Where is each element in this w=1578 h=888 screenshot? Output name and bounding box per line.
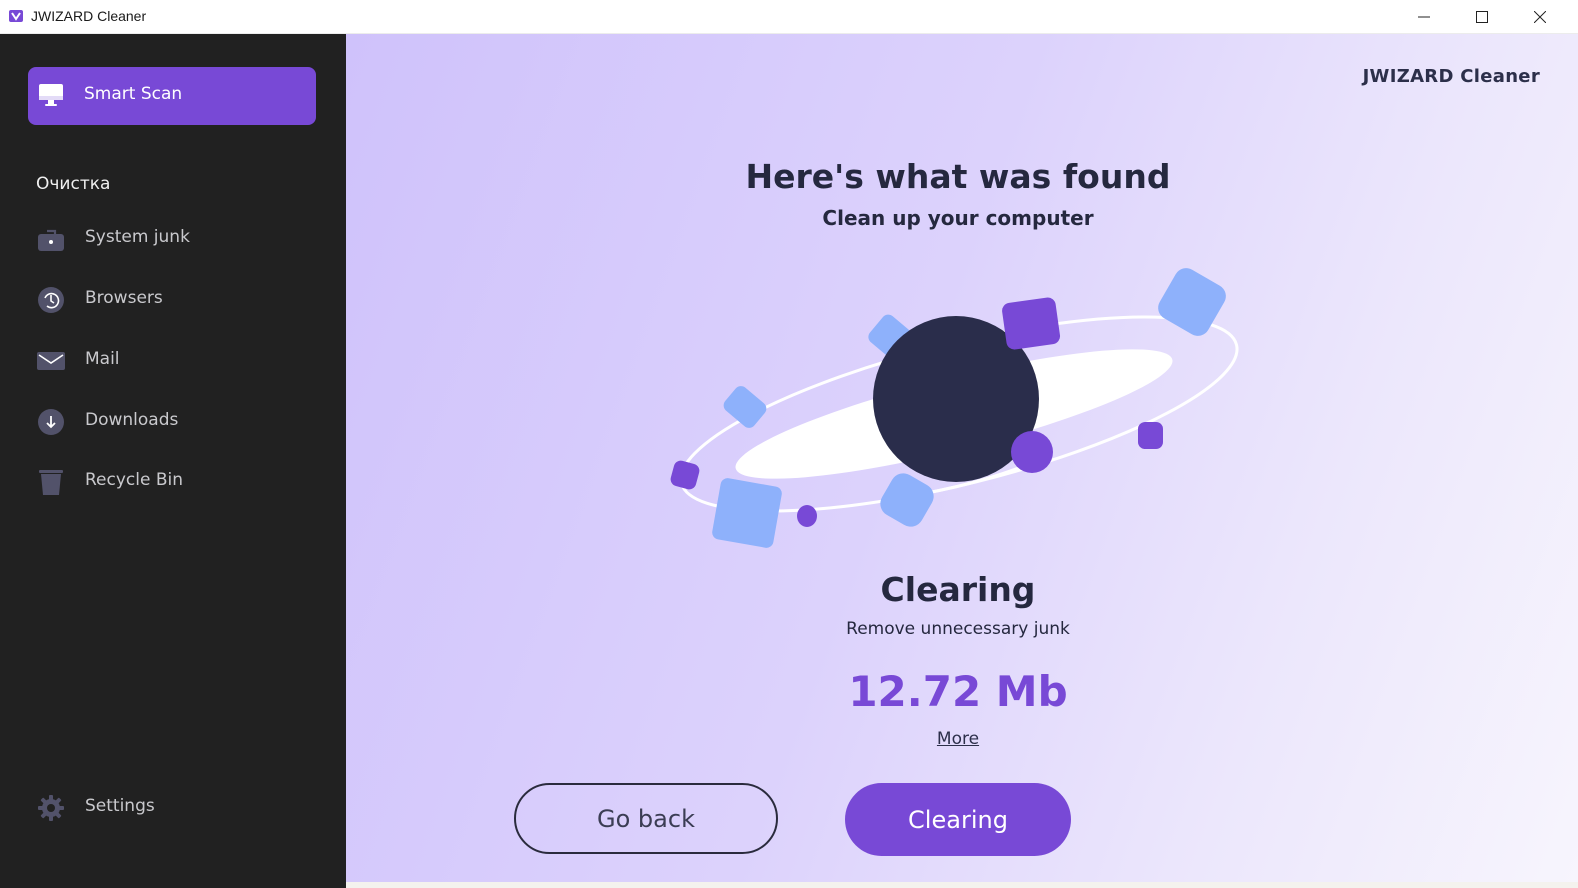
planet-illustration	[670, 268, 1239, 548]
app-logo-icon	[9, 10, 23, 22]
sidebar: Smart Scan Очистка System junk Browsers	[0, 34, 346, 888]
trash-icon	[39, 470, 63, 495]
page-subtitle: Clean up your computer	[822, 206, 1094, 230]
sidebar-item-label: Mail	[85, 349, 120, 369]
smart-scan-button[interactable]: Smart Scan	[28, 67, 316, 125]
sidebar-item-browsers[interactable]: Browsers	[28, 276, 316, 322]
download-icon	[38, 409, 64, 435]
gear-icon	[38, 795, 64, 821]
history-icon	[38, 287, 64, 313]
bottom-edge	[346, 882, 1578, 888]
main-panel: JWIZARD Cleaner Here's what was found Cl…	[346, 34, 1578, 882]
clearing-button[interactable]: Clearing	[845, 783, 1071, 856]
status-subtitle: Remove unnecessary junk	[846, 619, 1070, 639]
maximize-icon	[1476, 11, 1488, 23]
window-title: JWIZARD Cleaner	[31, 8, 147, 24]
sidebar-item-downloads[interactable]: Downloads	[28, 398, 316, 444]
app-window: JWIZARD Cleaner Smart Scan Очистка Syste…	[0, 0, 1578, 888]
monitor-icon	[39, 84, 63, 106]
minimize-icon	[1418, 16, 1430, 18]
sidebar-item-label: Downloads	[85, 410, 179, 430]
junk-size-value: 12.72 Mb	[848, 667, 1068, 716]
sidebar-item-label: Recycle Bin	[85, 470, 184, 490]
page-title: Here's what was found	[745, 157, 1171, 196]
maximize-button[interactable]	[1453, 0, 1511, 34]
sidebar-item-label: Settings	[85, 796, 155, 816]
status-title: Clearing	[880, 570, 1036, 609]
sidebar-item-label: Browsers	[85, 288, 163, 308]
sidebar-item-settings[interactable]: Settings	[28, 784, 316, 830]
brand-name: JWIZARD Cleaner	[1362, 66, 1540, 87]
mail-icon	[37, 352, 65, 370]
briefcase-icon	[38, 229, 64, 251]
section-title-cleaning: Очистка	[36, 174, 111, 194]
minimize-button[interactable]	[1395, 0, 1453, 34]
close-button[interactable]	[1511, 0, 1569, 34]
sidebar-item-system-junk[interactable]: System junk	[28, 215, 316, 261]
sidebar-item-mail[interactable]: Mail	[28, 337, 316, 383]
smart-scan-label: Smart Scan	[84, 84, 183, 104]
go-back-button[interactable]: Go back	[514, 783, 778, 854]
more-link[interactable]: More	[346, 729, 1570, 749]
sidebar-item-label: System junk	[85, 227, 190, 247]
sidebar-item-recycle-bin[interactable]: Recycle Bin	[28, 458, 316, 504]
title-bar: JWIZARD Cleaner	[0, 0, 1578, 34]
close-icon	[1534, 11, 1546, 23]
